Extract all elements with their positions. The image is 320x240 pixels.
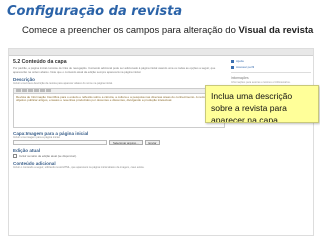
sidebar-divider <box>231 72 311 73</box>
additional-content-help: Incluir o conteúdo a seguir, utilizando … <box>13 166 145 169</box>
sidebar-heading: Informações <box>231 76 249 80</box>
browser-top-bar <box>9 49 313 56</box>
link-icon[interactable] <box>40 89 45 93</box>
description-help: Incluir uma breve descrição da revista p… <box>13 82 113 86</box>
sidebar-text: Informações para autores e leitores e bi… <box>231 81 291 84</box>
subtitle-prefix: Comece a preencher os campos para altera… <box>22 25 239 36</box>
sidebar: Ajuda Acessar perfil Informações Informa… <box>231 59 311 84</box>
bold-icon[interactable] <box>16 89 21 93</box>
cover-image-row: Selecionar arquivo... Enviar <box>13 140 225 145</box>
journal-setup-screenshot: 5.2 Conteúdo da capa Por padrão, a págin… <box>8 48 314 236</box>
list-icon[interactable] <box>34 89 39 93</box>
intro-text: Por padrão, a página inicial consiste de… <box>13 66 216 74</box>
underline-icon[interactable] <box>28 89 33 93</box>
cover-image-help: Incluir uma imagem para a página inicial… <box>13 135 61 139</box>
bullet-icon <box>231 59 234 63</box>
current-issue-row: Incluir sumário da edição atual (se disp… <box>13 154 225 158</box>
setup-form: 5.2 Conteúdo da capa Por padrão, a págin… <box>13 59 225 169</box>
subtitle-emphasis: Visual da revista <box>238 25 314 36</box>
sidebar-link-label: Ajuda <box>236 59 244 63</box>
browse-button[interactable]: Selecionar arquivo... <box>109 140 143 145</box>
current-issue-checkbox-label: Incluir sumário da edição atual (se disp… <box>19 154 77 158</box>
current-issue-checkbox[interactable] <box>13 154 17 158</box>
bullet-icon <box>231 65 234 69</box>
current-issue-label: Edição atual <box>13 148 41 153</box>
sidebar-item-profile[interactable]: Acessar perfil <box>231 65 311 69</box>
cover-image-file-input[interactable] <box>13 140 107 145</box>
sidebar-link-label: Acessar perfil <box>236 65 255 69</box>
step-heading: 5.2 Conteúdo da capa <box>13 59 67 65</box>
image-icon[interactable] <box>46 89 51 93</box>
upload-button[interactable]: Enviar <box>144 140 161 145</box>
slide-title: Configuração da revista <box>7 4 183 19</box>
description-editor[interactable]: Revista de Informação Científica para o … <box>13 93 225 128</box>
sidebar-item-help[interactable]: Ajuda <box>231 59 311 63</box>
slide-subtitle: Comece a preencher os campos para altera… <box>22 25 313 36</box>
italic-icon[interactable] <box>22 89 27 93</box>
callout-note: Inclua uma descrição sobre a revista par… <box>205 85 319 123</box>
